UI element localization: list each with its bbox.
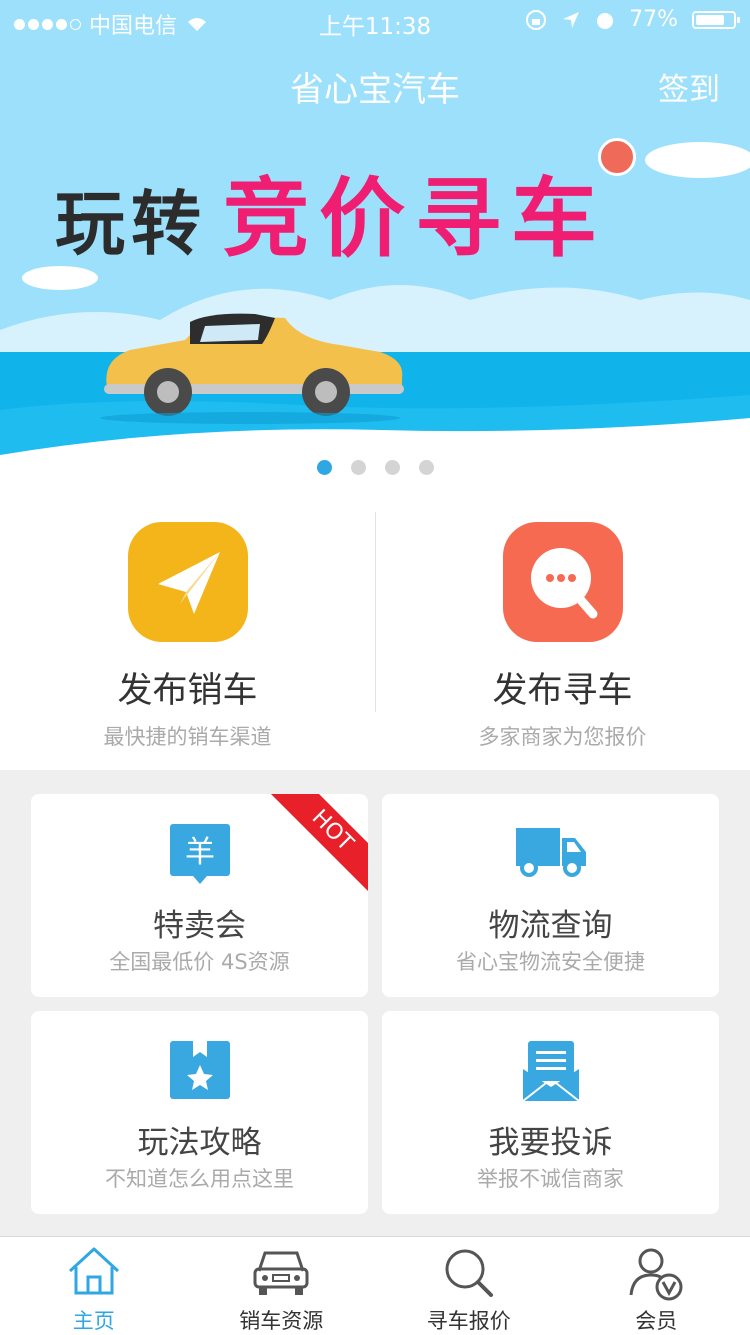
complaint-card[interactable]: 我要投诉 举报不诚信商家 <box>382 1011 719 1214</box>
promo-banner[interactable]: 省心宝汽车 签到 玩转竞价寻车 <box>0 0 750 500</box>
tab-home[interactable]: 主页 <box>0 1237 188 1335</box>
flash-sale-title: 特卖会 <box>31 900 368 945</box>
envelope-icon <box>522 1039 580 1103</box>
bookmark-star-icon <box>169 1039 231 1101</box>
badge-icon <box>598 138 636 176</box>
tab-car-listings-label: 销车资源 <box>188 1305 376 1335</box>
publish-search-button[interactable]: 发布寻车 多家商家为您报价 <box>375 522 750 751</box>
search-icon <box>441 1245 497 1301</box>
flash-sale-card[interactable]: 羊 特卖会 全国最低价 4S资源 HOT <box>31 794 368 997</box>
guide-card[interactable]: 玩法攻略 不知道怎么用点这里 <box>31 1011 368 1214</box>
page-title: 省心宝汽车 <box>0 62 750 111</box>
logistics-subtitle: 省心宝物流安全便捷 <box>382 946 719 976</box>
home-icon <box>66 1245 122 1297</box>
publish-sale-button[interactable]: 发布销车 最快捷的销车渠道 <box>0 522 375 751</box>
guide-title: 玩法攻略 <box>31 1117 368 1162</box>
carousel-dot[interactable] <box>385 460 400 475</box>
battery-icon <box>692 11 736 29</box>
tab-bar: 主页 销车资源 寻车报价 会员 <box>0 1236 750 1335</box>
tab-search-quote[interactable]: 寻车报价 <box>375 1237 563 1335</box>
chat-search-icon <box>503 522 623 642</box>
check-in-button[interactable]: 签到 <box>658 64 720 109</box>
flash-sale-subtitle: 全国最低价 4S资源 <box>31 946 368 976</box>
truck-icon <box>515 822 587 882</box>
logistics-title: 物流查询 <box>382 900 719 945</box>
publish-sale-subtitle: 最快捷的销车渠道 <box>0 721 375 751</box>
tab-search-quote-label: 寻车报价 <box>375 1305 563 1335</box>
complaint-subtitle: 举报不诚信商家 <box>382 1163 719 1193</box>
alarm-icon <box>595 10 615 30</box>
lock-rotation-icon <box>525 9 547 31</box>
banner-headline: 玩转竞价寻车 <box>55 148 607 273</box>
tab-home-label: 主页 <box>0 1305 188 1335</box>
primary-actions: 发布销车 最快捷的销车渠道 发布寻车 多家商家为您报价 <box>0 500 750 770</box>
tab-member-label: 会员 <box>563 1305 750 1335</box>
battery-percent: 77% <box>629 7 678 32</box>
paper-plane-icon <box>128 522 248 642</box>
publish-search-subtitle: 多家商家为您报价 <box>375 721 750 751</box>
carousel-dot[interactable] <box>419 460 434 475</box>
complaint-title: 我要投诉 <box>382 1117 719 1162</box>
logistics-card[interactable]: 物流查询 省心宝物流安全便捷 <box>382 794 719 997</box>
guide-subtitle: 不知道怎么用点这里 <box>31 1163 368 1193</box>
tab-member[interactable]: 会员 <box>563 1237 750 1335</box>
banner-text-dark: 玩转 <box>55 183 207 265</box>
member-icon <box>627 1245 685 1301</box>
tab-car-listings[interactable]: 销车资源 <box>188 1237 376 1335</box>
publish-sale-title: 发布销车 <box>0 662 375 713</box>
status-bar: 中国电信 上午11:38 77% <box>0 0 750 40</box>
publish-search-title: 发布寻车 <box>375 662 750 713</box>
yuan-tag-icon: 羊 <box>169 822 231 886</box>
svg-text:羊: 羊 <box>185 835 215 870</box>
hot-badge: HOT <box>270 794 368 893</box>
carousel-dot[interactable] <box>317 460 332 475</box>
carousel-dot[interactable] <box>351 460 366 475</box>
carousel-indicator[interactable] <box>0 460 750 475</box>
location-icon <box>561 10 581 30</box>
car-icon <box>251 1245 311 1297</box>
banner-text-pink: 竞价寻车 <box>223 169 607 269</box>
